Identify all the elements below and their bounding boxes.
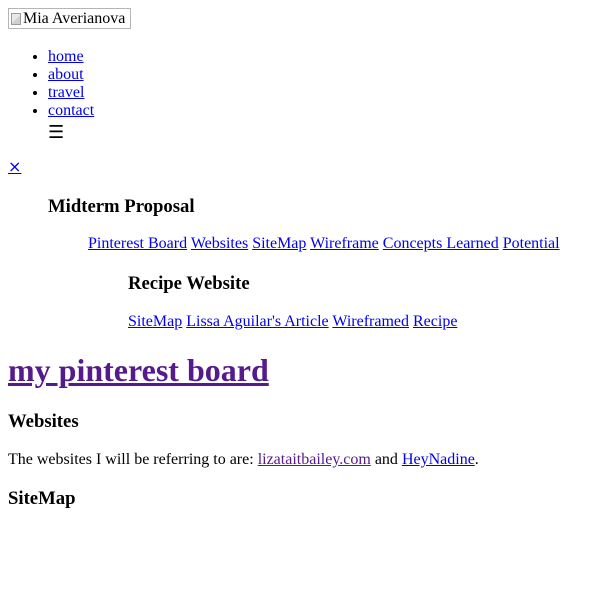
recipe-link-lissa-aguilar-article[interactable]: Lissa Aguilar's Article (186, 313, 328, 330)
nav-item-home: home (48, 48, 94, 66)
midterm-link-concepts-learned[interactable]: Concepts Learned (383, 235, 499, 252)
websites-paragraph: The websites I will be referring to are:… (8, 451, 479, 469)
hamburger-menu-icon[interactable]: ☰ (48, 124, 64, 142)
nav-link-home[interactable]: home (48, 48, 84, 65)
site-logo[interactable]: Mia Averianova (8, 8, 131, 29)
link-lizataitbailey[interactable]: lizataitbailey.com (258, 451, 371, 468)
nav-link-about[interactable]: about (48, 66, 84, 83)
midterm-link-wireframe[interactable]: Wireframe (310, 235, 379, 252)
page-title-link[interactable]: my pinterest board (8, 352, 269, 388)
sitemap-heading: SiteMap (8, 488, 76, 509)
recipe-link-sitemap[interactable]: SiteMap (128, 313, 182, 330)
midterm-link-pinterest-board[interactable]: Pinterest Board (88, 235, 187, 252)
nav-item-travel: travel (48, 84, 94, 102)
close-icon[interactable]: × (8, 158, 21, 176)
websites-text-after: . (474, 451, 479, 468)
recipe-links: SiteMap Lissa Aguilar's Article Wirefram… (128, 313, 457, 331)
broken-image-icon (11, 12, 21, 25)
midterm-link-sitemap[interactable]: SiteMap (252, 235, 306, 252)
nav-item-about: about (48, 66, 94, 84)
midterm-heading: Midterm Proposal (48, 196, 195, 217)
midterm-link-websites[interactable]: Websites (191, 235, 248, 252)
nav-item-contact: contact (48, 102, 94, 120)
recipe-link-recipe[interactable]: Recipe (413, 313, 457, 330)
recipe-heading: Recipe Website (128, 273, 250, 294)
recipe-link-wireframed[interactable]: Wireframed (332, 313, 409, 330)
nav-link-travel[interactable]: travel (48, 84, 84, 101)
link-heynadine[interactable]: HeyNadine (402, 451, 475, 468)
main-nav: home about travel contact (8, 48, 94, 120)
nav-link-contact[interactable]: contact (48, 102, 94, 119)
logo-alt-text: Mia Averianova (23, 10, 126, 27)
midterm-links: Pinterest Board Websites SiteMap Wirefra… (88, 235, 560, 253)
websites-text-before: The websites I will be referring to are: (8, 451, 258, 468)
midterm-link-potential[interactable]: Potential (503, 235, 560, 252)
page-title: my pinterest board (8, 350, 269, 390)
websites-text-between: and (370, 451, 402, 468)
websites-heading: Websites (8, 411, 79, 432)
